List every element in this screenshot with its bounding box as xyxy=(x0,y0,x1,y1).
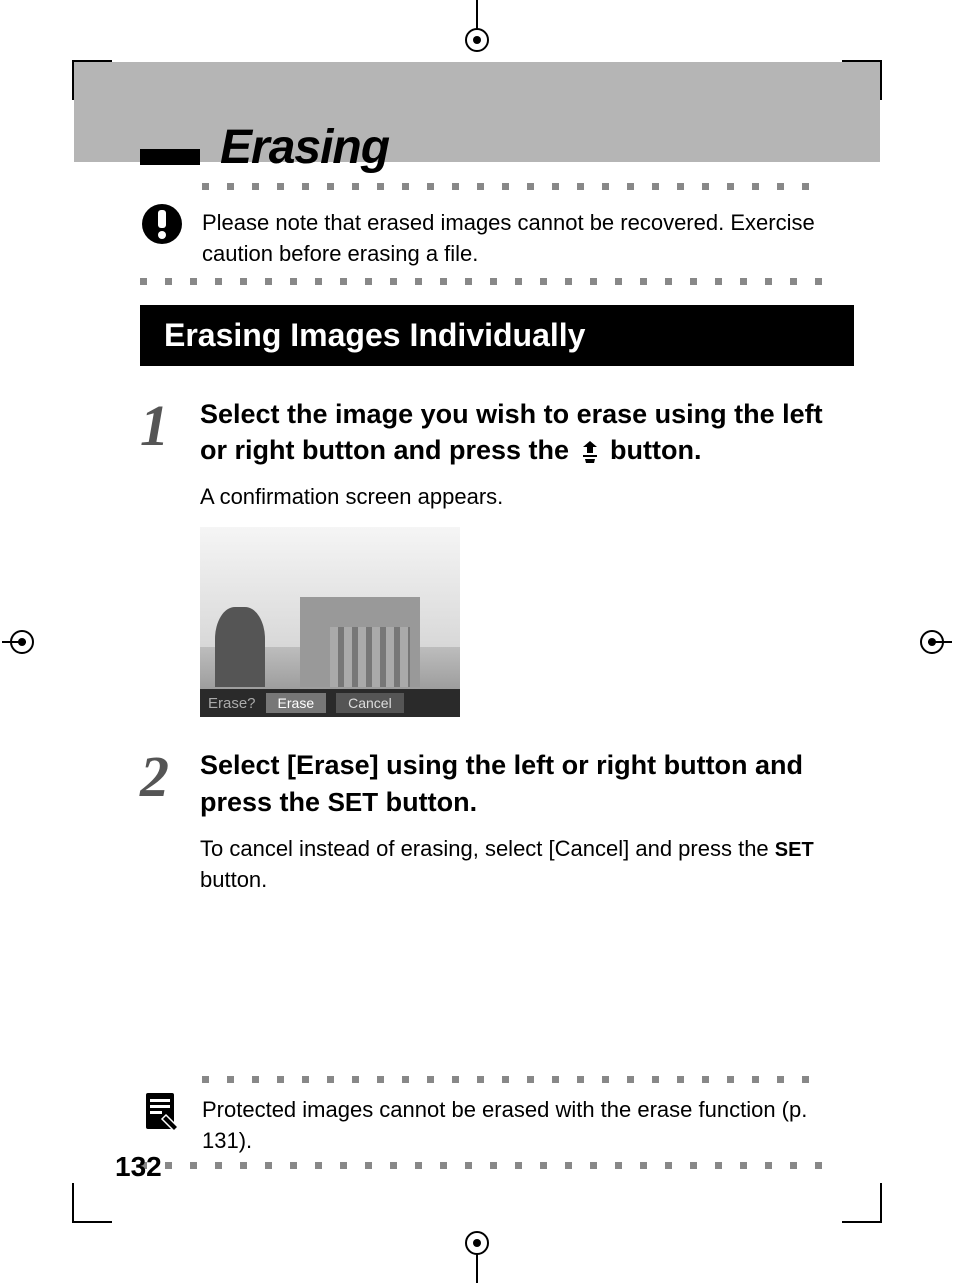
confirmation-screenshot: Erase? Erase Cancel xyxy=(200,527,460,717)
note-icon xyxy=(140,1089,184,1133)
dotted-divider xyxy=(202,183,854,190)
caution-block: Please note that erased images cannot be… xyxy=(140,202,854,270)
title-bar: Erasing xyxy=(140,120,854,175)
erase-button-icon xyxy=(579,439,601,465)
step-1-title: Select the image you wish to erase using… xyxy=(200,396,854,469)
step-2-title-post: button. xyxy=(378,787,477,817)
set-button-label-small: SET xyxy=(775,839,814,861)
registration-mark-left xyxy=(10,630,34,654)
screenshot-prompt: Erase? xyxy=(208,695,256,712)
caution-text: Please note that erased images cannot be… xyxy=(202,202,854,270)
step-2-desc-post: button. xyxy=(200,867,267,892)
set-button-label: SET xyxy=(328,787,379,817)
step-1-title-post: button. xyxy=(603,435,702,465)
step-2-desc: To cancel instead of erasing, select [Ca… xyxy=(200,834,854,896)
section-heading: Erasing Images Individually xyxy=(140,305,854,366)
step-2: 2 Select [Erase] using the left or right… xyxy=(140,747,854,895)
step-number: 1 xyxy=(140,400,200,452)
screenshot-erase-option: Erase xyxy=(266,693,327,713)
dotted-divider xyxy=(202,1076,854,1083)
step-2-desc-pre: To cancel instead of erasing, select [Ca… xyxy=(200,836,775,861)
note-text: Protected images cannot be erased with t… xyxy=(202,1089,854,1157)
crop-mark-top xyxy=(476,0,478,30)
crop-mark-bottom xyxy=(476,1253,478,1283)
registration-mark-bottom xyxy=(465,1231,489,1255)
step-1-desc: A confirmation screen appears. xyxy=(200,482,854,513)
step-1: 1 Select the image you wish to erase usi… xyxy=(140,396,854,728)
title-accent-bar xyxy=(140,149,200,165)
dotted-divider xyxy=(140,1162,854,1169)
caution-icon xyxy=(140,202,184,246)
step-2-title: Select [Erase] using the left or right b… xyxy=(200,747,854,820)
page-title: Erasing xyxy=(220,120,389,175)
screenshot-cancel-option: Cancel xyxy=(336,693,404,713)
screenshot-ui-bar: Erase? Erase Cancel xyxy=(200,689,460,717)
step-1-title-pre: Select the image you wish to erase using… xyxy=(200,399,823,465)
step-2-title-pre: Select [Erase] using the left or right b… xyxy=(200,750,803,816)
page-number: 132 xyxy=(115,1151,162,1183)
note-block: Protected images cannot be erased with t… xyxy=(140,1089,854,1157)
dotted-divider xyxy=(140,278,854,285)
registration-mark-right xyxy=(920,630,944,654)
step-number: 2 xyxy=(140,751,200,803)
registration-mark-top xyxy=(465,28,489,52)
